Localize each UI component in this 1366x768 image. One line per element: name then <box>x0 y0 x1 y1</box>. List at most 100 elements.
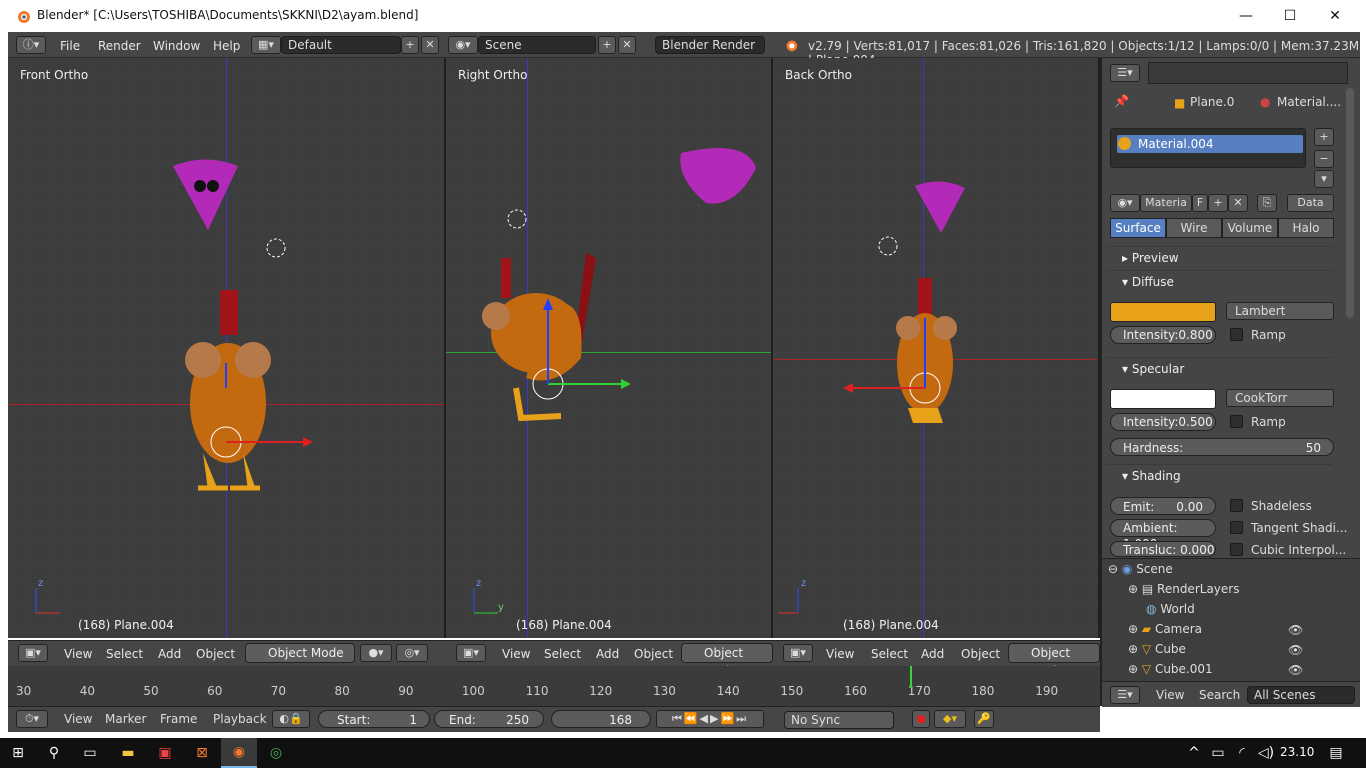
maximize-button[interactable]: ☐ <box>1267 0 1313 32</box>
visibility-eye-icon[interactable]: 👁 <box>1288 663 1303 677</box>
clock[interactable]: 23.10 <box>1280 745 1314 759</box>
pivot-button[interactable]: ◎▾ <box>396 644 428 662</box>
outliner-item-scene[interactable]: ⊖ ◉ Scene <box>1108 559 1173 579</box>
outliner-item-world[interactable]: ◍ World <box>1146 599 1195 619</box>
outliner-menu-view[interactable]: View <box>1156 688 1184 702</box>
properties-scrollbar[interactable] <box>1346 88 1354 318</box>
record-button[interactable]: ● <box>912 710 930 728</box>
slot-menu-button[interactable]: ▾ <box>1314 170 1334 188</box>
menu-object[interactable]: Object <box>961 647 1000 661</box>
diffuse-shader-select[interactable]: Lambert <box>1226 302 1334 320</box>
timeline-menu-frame[interactable]: Frame <box>160 712 197 726</box>
search-icon[interactable]: ⚲ <box>36 738 72 768</box>
menu-view[interactable]: View <box>64 647 92 661</box>
volume-icon[interactable]: ◁) <box>1248 738 1284 768</box>
ambient-field[interactable]: Ambient: 1.000 <box>1110 519 1216 551</box>
fake-user-button[interactable]: F <box>1192 194 1208 212</box>
specular-intensity-field[interactable]: Intensity:0.500 <box>1110 413 1216 431</box>
start-frame-field[interactable]: Start: 1 <box>318 710 430 728</box>
outliner-item-camera[interactable]: ⊕ ▰ Camera <box>1128 619 1202 639</box>
start-button[interactable]: ⊞ <box>0 738 36 768</box>
translucency-field[interactable]: Transluc: 0.000 <box>1110 541 1216 557</box>
object-mode-select[interactable]: Object Mode <box>245 643 355 663</box>
shading-mode-button[interactable]: ●▾ <box>360 644 392 662</box>
menu-object[interactable]: Object <box>634 647 673 661</box>
remove-scene-button[interactable]: ✕ <box>618 36 636 54</box>
menu-select[interactable]: Select <box>871 647 908 661</box>
tab-halo[interactable]: Halo <box>1278 218 1334 238</box>
notifications-icon[interactable]: ▤ <box>1318 738 1354 768</box>
keying-set-icon[interactable]: 🔑 <box>974 710 994 728</box>
new-material-button[interactable]: + <box>1208 194 1228 212</box>
menu-window[interactable]: Window <box>153 39 200 53</box>
preview-range-button[interactable]: ◐🔒 <box>272 710 310 728</box>
scene-icon[interactable]: ◉▾ <box>448 36 478 54</box>
remove-slot-button[interactable]: − <box>1314 150 1334 168</box>
material-slot-name[interactable]: Material.004 <box>1138 137 1213 151</box>
outliner-filter-select[interactable]: All Scenes <box>1247 686 1355 704</box>
shading-panel-header[interactable]: ▾ Shading <box>1106 464 1332 486</box>
diffuse-panel-header[interactable]: ▾ Diffuse <box>1106 270 1332 292</box>
outliner-item-renderlayers[interactable]: ⊕ ▤ RenderLayers <box>1128 579 1239 599</box>
current-frame-marker[interactable] <box>910 666 912 688</box>
timeline-menu-view[interactable]: View <box>64 712 92 726</box>
file-explorer-icon[interactable]: ▬ <box>110 738 146 768</box>
material-browse-button[interactable]: ◉▾ <box>1110 194 1140 212</box>
outliner-menu-search[interactable]: Search <box>1199 688 1240 702</box>
specular-color-swatch[interactable] <box>1110 389 1216 409</box>
visibility-eye-icon[interactable]: 👁 <box>1288 623 1303 637</box>
shadeless-checkbox[interactable] <box>1230 499 1243 512</box>
blender-taskbar-icon[interactable]: ◉ <box>221 738 257 768</box>
menu-help[interactable]: Help <box>213 39 240 53</box>
menu-add[interactable]: Add <box>158 647 181 661</box>
outliner-item-cube-001[interactable]: ⊕ ▽ Cube.001 <box>1128 659 1213 679</box>
outliner-item-cube[interactable]: ⊕ ▽ Cube <box>1128 639 1186 659</box>
menu-add[interactable]: Add <box>921 647 944 661</box>
editor-type-button[interactable]: ⏱▾ <box>16 710 48 728</box>
tangent-shading-checkbox[interactable] <box>1230 521 1243 534</box>
diffuse-ramp-checkbox[interactable] <box>1230 328 1243 341</box>
copy-material-icon[interactable]: ⎘ <box>1257 194 1277 212</box>
info-editor-type-button[interactable]: ⓘ▾ <box>16 36 46 54</box>
remove-layout-button[interactable]: ✕ <box>421 36 439 54</box>
end-frame-field[interactable]: End: 250 <box>434 710 544 728</box>
viewport-front[interactable]: Front Ortho z (168) Plane.004 <box>8 58 446 638</box>
editor-type-button[interactable]: ▣▾ <box>456 644 486 662</box>
app-icon[interactable]: ▣ <box>147 738 183 768</box>
close-button[interactable]: ✕ <box>1312 0 1358 32</box>
sync-mode-select[interactable]: No Sync <box>784 711 894 729</box>
editor-type-button[interactable]: ▣▾ <box>18 644 48 662</box>
menu-view[interactable]: View <box>502 647 530 661</box>
unlink-material-button[interactable]: ✕ <box>1228 194 1248 212</box>
menu-add[interactable]: Add <box>596 647 619 661</box>
minimize-button[interactable]: — <box>1223 0 1269 32</box>
object-mode-select[interactable]: Object Mode <box>681 643 773 678</box>
tab-wire[interactable]: Wire <box>1166 218 1222 238</box>
add-slot-button[interactable]: + <box>1314 128 1334 146</box>
link-data-select[interactable]: Data <box>1287 194 1334 212</box>
timeline-menu-playback[interactable]: Playback <box>213 712 267 726</box>
timeline-menu-marker[interactable]: Marker <box>105 712 146 726</box>
add-layout-button[interactable]: + <box>401 36 419 54</box>
object-mode-select[interactable]: Object Mode <box>1008 643 1100 678</box>
timeline[interactable]: 30 40 50 60 70 80 90 100 110 120 130 140 150 160 170 18… <box>8 666 1100 706</box>
add-scene-button[interactable]: + <box>598 36 616 54</box>
material-slot-list[interactable]: Material.004 <box>1110 128 1306 168</box>
current-frame-field[interactable]: 168 <box>551 710 651 728</box>
editor-type-button[interactable]: ▣▾ <box>783 644 813 662</box>
pin-icon[interactable]: 📌 <box>1114 94 1129 108</box>
chrome-icon[interactable]: ◎ <box>258 738 294 768</box>
xampp-icon[interactable]: ⊠ <box>184 738 220 768</box>
hardness-field[interactable]: Hardness: 50 <box>1110 438 1334 456</box>
screen-layout-icon[interactable]: ▦▾ <box>251 36 281 54</box>
menu-object[interactable]: Object <box>196 647 235 661</box>
task-view-icon[interactable]: ▭ <box>72 738 108 768</box>
viewport-back[interactable]: Back Ortho z (168) Plane.004 <box>773 58 1100 638</box>
viewport-right[interactable]: Right Ortho z y (168) Plane.004 <box>446 58 773 638</box>
material-name-field[interactable]: Materia <box>1140 194 1192 212</box>
render-engine-select[interactable]: Blender Render <box>655 36 765 54</box>
diffuse-intensity-field[interactable]: Intensity:0.800 <box>1110 326 1216 344</box>
specular-shader-select[interactable]: CookTorr <box>1226 389 1334 407</box>
menu-render[interactable]: Render <box>98 39 141 53</box>
menu-file[interactable]: File <box>60 39 80 53</box>
